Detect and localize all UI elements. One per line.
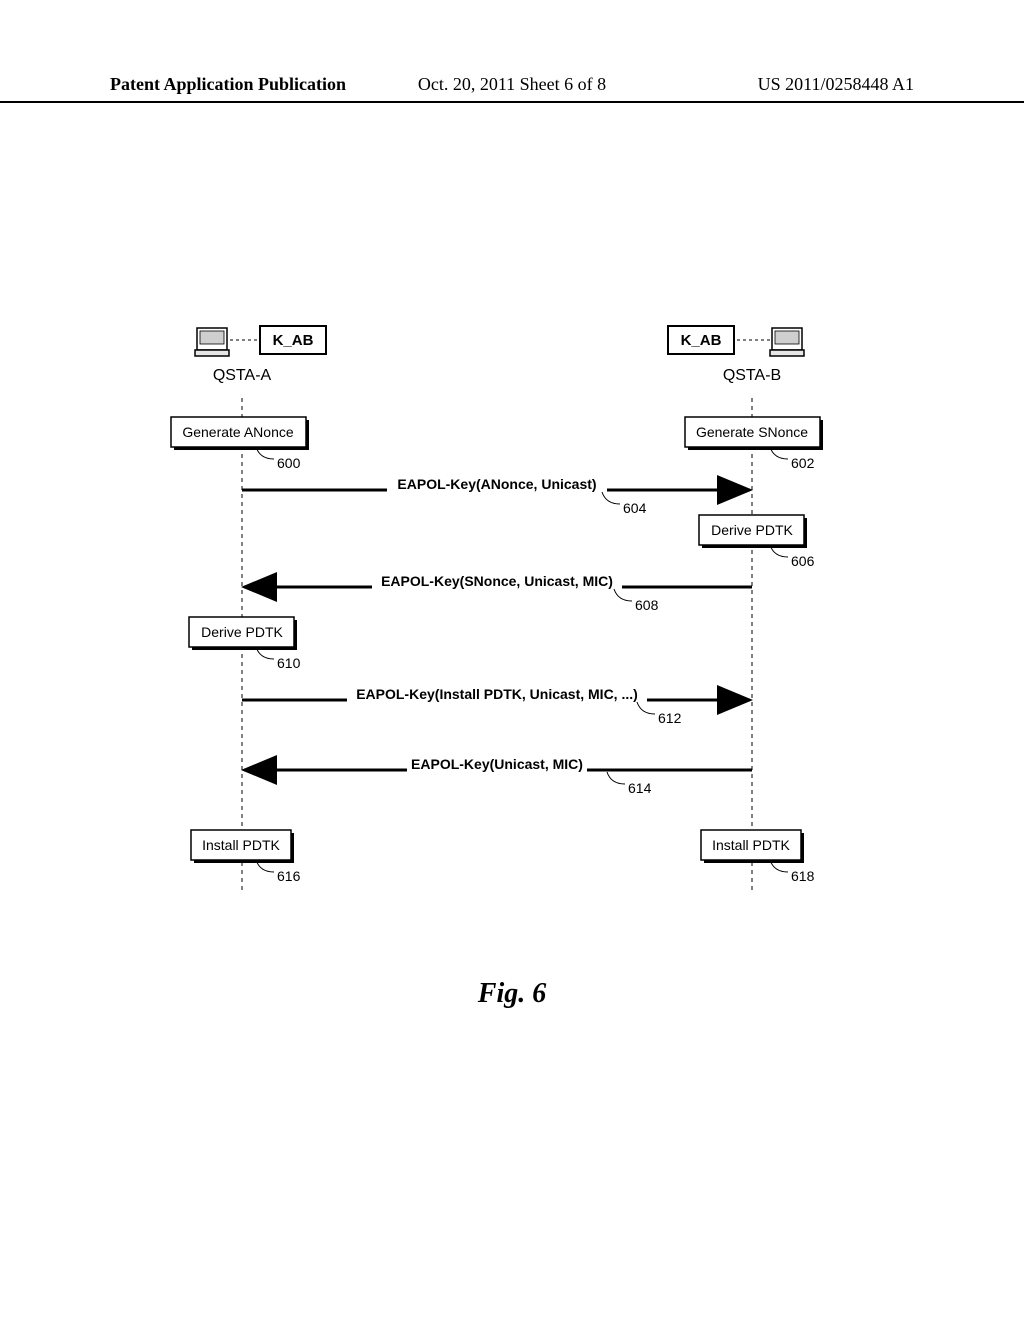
header-mid: Oct. 20, 2011 Sheet 6 of 8 bbox=[378, 74, 646, 95]
box-generate-anonce: Generate ANonce 600 bbox=[171, 417, 309, 471]
qsta-b-label: QSTA-B bbox=[723, 367, 781, 384]
page-header: Patent Application Publication Oct. 20, … bbox=[0, 74, 1024, 103]
svg-text:EAPOL-Key(ANonce, Unicast): EAPOL-Key(ANonce, Unicast) bbox=[397, 476, 596, 492]
box-install-pdtk-b: Install PDTK 618 bbox=[701, 830, 815, 884]
sequence-diagram: K_AB QSTA-A K_AB QSTA-B Generate ANonce … bbox=[152, 320, 872, 920]
ref-606: 606 bbox=[791, 553, 815, 569]
box-derive-pdtk-b: Derive PDTK 606 bbox=[699, 515, 815, 569]
box-derive-pdtk-a: Derive PDTK 610 bbox=[189, 617, 301, 671]
msg-eapol-snonce: EAPOL-Key(SNonce, Unicast, MIC) 608 bbox=[244, 570, 752, 613]
qsta-a-label: QSTA-A bbox=[213, 367, 272, 384]
laptop-icon bbox=[770, 328, 804, 356]
msg-eapol-unicast-mic: EAPOL-Key(Unicast, MIC) 614 bbox=[244, 753, 752, 796]
header-right: US 2011/0258448 A1 bbox=[646, 74, 914, 95]
svg-text:Install PDTK: Install PDTK bbox=[712, 837, 790, 853]
svg-text:Install PDTK: Install PDTK bbox=[202, 837, 280, 853]
header-left: Patent Application Publication bbox=[110, 74, 378, 95]
ref-618: 618 bbox=[791, 868, 815, 884]
svg-text:Derive PDTK: Derive PDTK bbox=[201, 624, 283, 640]
ref-608: 608 bbox=[635, 597, 659, 613]
ref-612: 612 bbox=[658, 710, 682, 726]
ref-600: 600 bbox=[277, 455, 301, 471]
laptop-icon bbox=[195, 328, 229, 356]
svg-text:Derive PDTK: Derive PDTK bbox=[711, 522, 793, 538]
kab-b-label: K_AB bbox=[681, 332, 722, 349]
msg-eapol-anonce: EAPOL-Key(ANonce, Unicast) 604 bbox=[242, 473, 750, 516]
svg-text:Generate ANonce: Generate ANonce bbox=[182, 424, 294, 440]
kab-box-b: K_AB bbox=[668, 326, 734, 354]
kab-a-label: K_AB bbox=[273, 332, 314, 349]
svg-text:EAPOL-Key(Unicast, MIC): EAPOL-Key(Unicast, MIC) bbox=[411, 756, 583, 772]
svg-text:EAPOL-Key(Install PDTK, Unicas: EAPOL-Key(Install PDTK, Unicast, MIC, ..… bbox=[356, 686, 638, 702]
kab-box-a: K_AB bbox=[260, 326, 326, 354]
ref-616: 616 bbox=[277, 868, 301, 884]
svg-text:EAPOL-Key(SNonce, Unicast, MIC: EAPOL-Key(SNonce, Unicast, MIC) bbox=[381, 573, 613, 589]
figure-caption: Fig. 6 bbox=[0, 978, 1024, 1010]
ref-602: 602 bbox=[791, 455, 815, 471]
ref-614: 614 bbox=[628, 780, 652, 796]
ref-610: 610 bbox=[277, 655, 301, 671]
svg-text:Generate SNonce: Generate SNonce bbox=[696, 424, 808, 440]
ref-604: 604 bbox=[623, 500, 647, 516]
box-install-pdtk-a: Install PDTK 616 bbox=[191, 830, 301, 884]
msg-eapol-install: EAPOL-Key(Install PDTK, Unicast, MIC, ..… bbox=[242, 683, 750, 726]
box-generate-snonce: Generate SNonce 602 bbox=[685, 417, 823, 471]
